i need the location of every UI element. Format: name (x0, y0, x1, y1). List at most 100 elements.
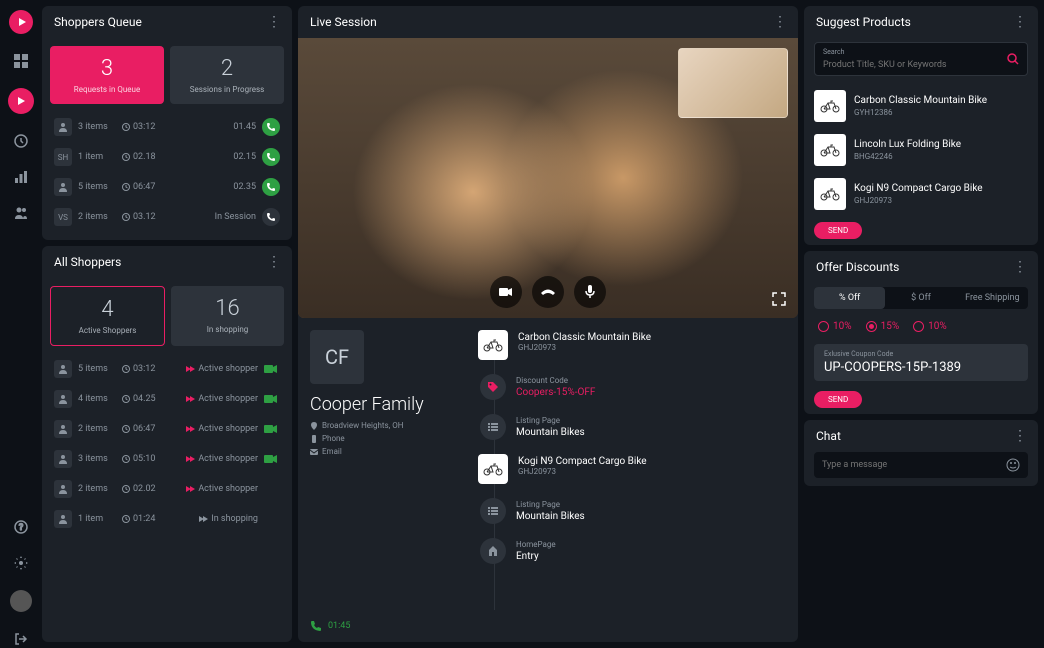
product-row[interactable]: Kogi N9 Compact Cargo Bike GHJ20973 (804, 172, 1038, 216)
shopper-row[interactable]: 4 items 04.25 Active shopper (50, 384, 284, 414)
nav-history-icon[interactable] (12, 132, 30, 150)
queue-wait: 02.35 (233, 182, 256, 192)
product-image (814, 178, 846, 210)
queue-wait: 01.45 (233, 122, 256, 132)
suggest-send-button[interactable]: SEND (814, 222, 862, 239)
queue-items: 1 item (78, 152, 116, 162)
customer-phone[interactable]: Phone (310, 434, 470, 443)
shopper-row[interactable]: 5 items 03:12 Active shopper (50, 354, 284, 384)
call-button[interactable] (262, 178, 280, 196)
discount-radio[interactable]: 15% (866, 321, 900, 332)
shopper-status: Active shopper (185, 394, 258, 404)
video-expand-icon[interactable] (772, 292, 786, 306)
chat-panel: Chat ⋮ (804, 420, 1038, 486)
timeline-item: Kogi N9 Compact Cargo Bike GHJ20973 (478, 454, 786, 484)
video-hangup-button[interactable] (532, 276, 564, 308)
queue-row[interactable]: VS 2 items 03.12 In Session (50, 202, 284, 232)
nav-logout-icon[interactable] (12, 630, 30, 648)
timeline-item: Listing Page Mountain Bikes (478, 414, 786, 440)
product-title: Lincoln Lux Folding Bike (854, 139, 1028, 150)
call-button[interactable] (262, 148, 280, 166)
stat-sessions[interactable]: 2 Sessions in Progress (170, 46, 284, 104)
shopper-status: Active shopper (185, 364, 258, 374)
discount-title: Offer Discounts (816, 260, 899, 274)
timeline-item: Listing Page Mountain Bikes (478, 498, 786, 524)
product-sku: GHJ20973 (854, 196, 1028, 205)
emoji-icon[interactable] (1006, 458, 1020, 472)
queue-title: Shoppers Queue (54, 15, 142, 29)
timeline-title: Kogi N9 Compact Cargo Bike (518, 456, 647, 467)
product-row[interactable]: Carbon Classic Mountain Bike GYH12386 (804, 84, 1038, 128)
timeline-title: Entry (516, 551, 556, 562)
shopper-time: 03:12 (122, 364, 155, 374)
queue-menu-icon[interactable]: ⋮ (267, 14, 280, 30)
suggest-menu-icon[interactable]: ⋮ (1013, 14, 1026, 30)
timeline-icon (480, 538, 506, 564)
all-menu-icon[interactable]: ⋮ (267, 254, 280, 270)
stat-inshopping[interactable]: 16 In shopping (171, 286, 284, 346)
nav-help-icon[interactable]: ? (12, 518, 30, 536)
nav-settings-icon[interactable] (12, 554, 30, 572)
discount-send-button[interactable]: SEND (814, 391, 862, 408)
queue-time: 03.12 (122, 212, 156, 222)
nav-live-icon[interactable] (8, 88, 34, 114)
coupon-box: Exlusive Coupon Code UP-COOPERS-15P-1389 (814, 344, 1028, 381)
discount-tab[interactable]: % Off (814, 287, 885, 309)
nav-analytics-icon[interactable] (12, 168, 30, 186)
queue-time: 02.18 (122, 152, 156, 162)
timeline-item: HomePage Entry (478, 538, 786, 564)
chat-menu-icon[interactable]: ⋮ (1013, 428, 1026, 444)
search-icon[interactable] (1007, 53, 1019, 65)
product-title: Kogi N9 Compact Cargo Bike (854, 183, 1028, 194)
queue-row[interactable]: 3 items 03:12 01.45 (50, 112, 284, 142)
shopper-time: 04.25 (122, 394, 156, 404)
shopper-time: 05:10 (122, 454, 155, 464)
queue-time: 06:47 (122, 182, 155, 192)
call-button[interactable] (262, 118, 280, 136)
shopper-row[interactable]: 3 items 05:10 Active shopper (50, 444, 284, 474)
shopper-status: Active shopper (185, 454, 258, 464)
stat-requests[interactable]: 3 Requests in Queue (50, 46, 164, 104)
shopper-avatar (54, 480, 72, 498)
shopper-row[interactable]: 2 items 02.02 Active shopper (50, 474, 284, 504)
discount-radio[interactable]: 10% (913, 321, 947, 332)
live-menu-icon[interactable]: ⋮ (773, 14, 786, 30)
product-image (814, 134, 846, 166)
queue-time: 03:12 (122, 122, 155, 132)
product-row[interactable]: Lincoln Lux Folding Bike BHG42246 (804, 128, 1038, 172)
discount-radio[interactable]: 10% (818, 321, 852, 332)
queue-row[interactable]: SH 1 item 02.18 02.15 (50, 142, 284, 172)
shopper-items: 4 items (78, 394, 116, 404)
product-title: Carbon Classic Mountain Bike (854, 95, 1028, 106)
nav-dashboard-icon[interactable] (12, 52, 30, 70)
call-button[interactable] (262, 208, 280, 226)
video-camera-button[interactable] (490, 276, 522, 308)
shoppers-queue-panel: Shoppers Queue ⋮ 3 Requests in Queue 2 S… (42, 6, 292, 240)
stat-active[interactable]: 4 Active Shoppers (50, 286, 165, 346)
shopper-items: 2 items (78, 484, 116, 494)
shopper-avatar (54, 450, 72, 468)
product-sku: GYH12386 (854, 108, 1028, 117)
search-input[interactable] (823, 60, 999, 70)
suggest-title: Suggest Products (816, 15, 911, 29)
product-search[interactable]: Search (814, 42, 1028, 76)
video-mic-button[interactable] (574, 276, 606, 308)
shopper-row[interactable]: 1 item 01:24 In shopping (50, 504, 284, 534)
session-timeline: Carbon Classic Mountain Bike GHJ20973 Di… (470, 330, 786, 630)
queue-row[interactable]: 5 items 06:47 02.35 (50, 172, 284, 202)
timeline-title: Mountain Bikes (516, 511, 585, 522)
customer-card: CF Cooper Family Broadview Heights, OH P… (310, 330, 470, 630)
shopper-row[interactable]: 2 items 06:47 Active shopper (50, 414, 284, 444)
customer-email[interactable]: Email (310, 447, 470, 456)
nav-people-icon[interactable] (12, 204, 30, 222)
chat-input[interactable] (822, 460, 1006, 470)
timeline-icon (478, 330, 508, 360)
discount-menu-icon[interactable]: ⋮ (1013, 259, 1026, 275)
discount-tab[interactable]: $ Off (885, 287, 956, 309)
timeline-item: Carbon Classic Mountain Bike GHJ20973 (478, 330, 786, 360)
logo (9, 10, 33, 34)
user-avatar[interactable] (10, 590, 32, 612)
queue-items: 5 items (78, 182, 116, 192)
discount-tab[interactable]: Free Shipping (957, 287, 1028, 309)
video-pip[interactable] (678, 48, 788, 118)
